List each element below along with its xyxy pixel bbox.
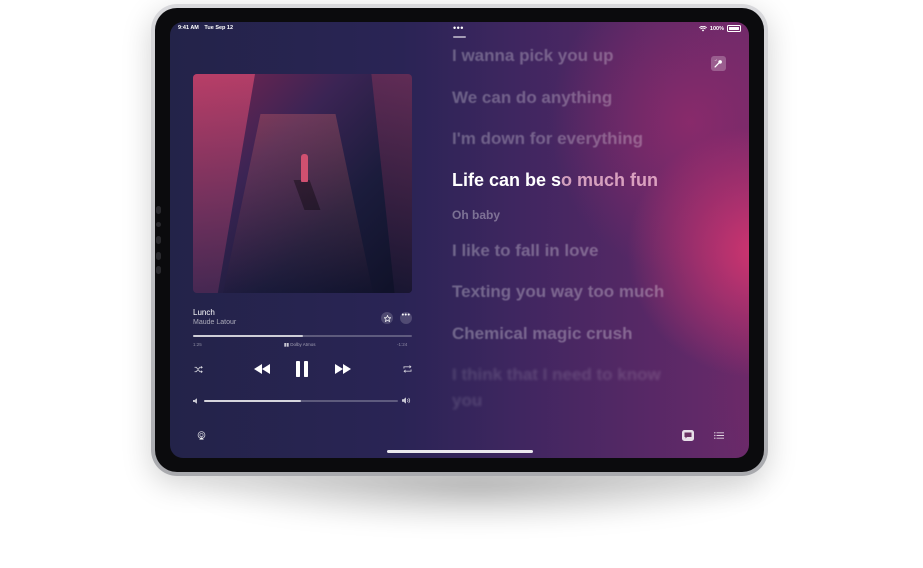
- lyric-line[interactable]: I think that I need to know: [452, 365, 661, 385]
- volume-fill: [204, 400, 301, 402]
- volume-min-icon: [192, 397, 200, 405]
- sing-button[interactable]: [711, 56, 726, 71]
- song-artist[interactable]: Maude Latour: [193, 319, 236, 326]
- side-button: [156, 222, 161, 227]
- airplay-icon: [197, 430, 205, 440]
- elapsed-time: 1:25: [193, 342, 202, 347]
- lyric-unsung-portion: o much fun: [561, 170, 659, 190]
- forward-icon: [335, 364, 351, 374]
- lyric-line[interactable]: Oh baby: [452, 208, 500, 222]
- pause-icon: [296, 361, 308, 377]
- volume-slider[interactable]: [204, 400, 398, 402]
- dolby-label: Dolby Atmos: [290, 342, 316, 347]
- artwork-figure: [301, 154, 308, 182]
- backward-icon: [254, 364, 270, 374]
- status-bar-left: 9:41 AM Tue Sep 12: [178, 25, 233, 31]
- lyric-line[interactable]: I like to fall in love: [452, 241, 598, 261]
- shuffle-button[interactable]: [192, 364, 204, 374]
- playback-progress-slider[interactable]: [193, 335, 412, 337]
- lyric-line[interactable]: We can do anything: [452, 88, 612, 108]
- queue-button[interactable]: [713, 431, 724, 440]
- side-button: [156, 266, 161, 274]
- device-shadow: [175, 470, 775, 530]
- speaker-low-icon: [193, 398, 197, 404]
- lyric-sung-portion: Life can be s: [452, 170, 562, 190]
- lyric-line[interactable]: I'm down for everything: [452, 129, 643, 149]
- speaker-high-icon: [401, 397, 410, 404]
- next-button[interactable]: [333, 362, 353, 376]
- music-now-playing-screen: 9:41 AM Tue Sep 12 100% ••• Lunch Maude …: [170, 22, 749, 458]
- pause-button[interactable]: [293, 360, 311, 378]
- side-button: [156, 236, 161, 244]
- status-time: 9:41 AM: [178, 25, 199, 31]
- favorite-button[interactable]: [381, 312, 393, 324]
- progress-fill: [193, 335, 303, 337]
- repeat-icon: [403, 365, 411, 373]
- lyric-line[interactable]: I wanna pick you up: [452, 46, 614, 66]
- ellipsis-icon: •••: [401, 312, 411, 319]
- lyric-line[interactable]: you: [452, 391, 482, 411]
- lyrics-button[interactable]: [682, 430, 694, 441]
- shuffle-icon: [194, 365, 203, 373]
- remaining-time: -1:24: [397, 342, 408, 347]
- list-icon: [713, 432, 724, 439]
- side-button: [156, 252, 161, 260]
- status-date: Tue Sep 12: [204, 25, 234, 31]
- dolby-icon: ▮▮: [284, 342, 289, 347]
- microphone-icon: [714, 59, 722, 68]
- repeat-button[interactable]: [401, 364, 413, 374]
- side-button: [156, 206, 161, 214]
- lyric-line[interactable]: Chemical magic crush: [452, 324, 632, 344]
- more-button[interactable]: •••: [400, 312, 412, 324]
- airplay-button[interactable]: [196, 430, 206, 440]
- star-icon: [382, 314, 392, 322]
- lyric-line-current[interactable]: Life can be so much fun: [452, 170, 658, 191]
- home-indicator[interactable]: [387, 450, 533, 453]
- lyrics-icon: [684, 432, 692, 439]
- artwork-path: [223, 114, 373, 293]
- album-artwork: [193, 74, 412, 293]
- previous-button[interactable]: [252, 362, 272, 376]
- lyrics-panel[interactable]: I wanna pick you up We can do anything I'm…: [452, 22, 742, 458]
- volume-max-icon: [401, 396, 411, 405]
- song-title: Lunch: [193, 308, 215, 317]
- lyric-line[interactable]: Texting you way too much: [452, 282, 664, 302]
- dolby-badge: ▮▮ Dolby Atmos: [284, 342, 315, 348]
